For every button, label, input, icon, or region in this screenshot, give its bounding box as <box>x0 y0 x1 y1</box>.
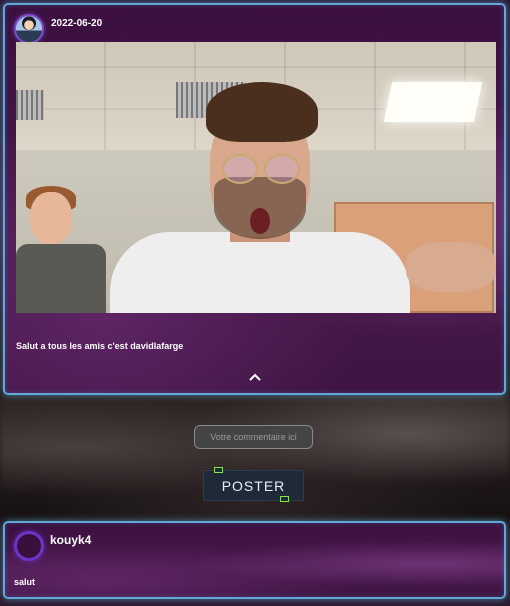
video-scene-person-background <box>16 186 106 313</box>
comment-text: salut <box>14 577 36 587</box>
comment-input[interactable] <box>194 425 313 449</box>
button-decoration <box>280 496 289 502</box>
commenter-username[interactable]: kouyk4 <box>50 533 91 547</box>
button-decoration <box>214 467 223 473</box>
author-avatar[interactable] <box>14 14 44 44</box>
background-image <box>0 395 510 525</box>
video-scene-vent <box>16 90 44 120</box>
post-card: 2022-06-20 Salut a tous les amis c'est d… <box>3 3 506 395</box>
comment-card: kouyk4 salut <box>3 521 506 599</box>
post-date: 2022-06-20 <box>51 18 103 29</box>
collapse-button[interactable] <box>247 369 263 385</box>
chevron-up-icon <box>249 373 261 381</box>
video-scene-person-main <box>110 82 410 313</box>
post-caption: Salut a tous les amis c'est davidlafarge <box>16 341 184 351</box>
commenter-avatar[interactable] <box>14 531 44 561</box>
post-video[interactable] <box>16 42 496 313</box>
video-scene-hand <box>406 242 496 292</box>
